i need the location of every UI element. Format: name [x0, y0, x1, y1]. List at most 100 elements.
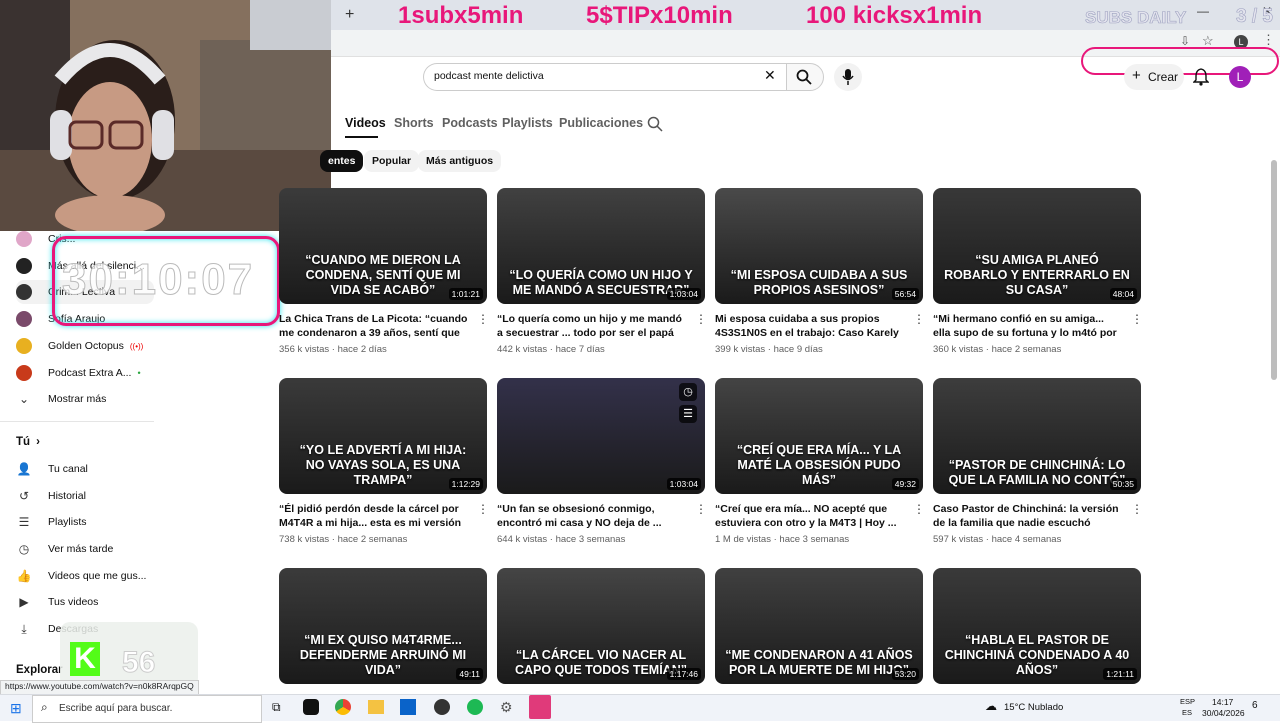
video-thumbnail[interactable]: “LO QUERÍA COMO UN HIJO Y ME MANDÓ A SEC…: [497, 188, 705, 304]
tab-videos[interactable]: Videos: [345, 116, 386, 130]
weather-cloud-icon: ☁: [985, 699, 997, 713]
sidebar-you-header[interactable]: Tú ›: [16, 436, 40, 448]
tab-shorts[interactable]: Shorts: [394, 116, 434, 130]
video-title[interactable]: “Él pidió perdón desde la cárcel por M4T…: [279, 502, 469, 530]
file-explorer-icon[interactable]: [368, 700, 384, 714]
video-menu-icon[interactable]: ⋮: [913, 312, 925, 326]
playlist-icon: ☰: [18, 515, 30, 529]
sidebar-subscription-5[interactable]: Golden Octopus ((•)): [16, 334, 156, 358]
video-thumbnail[interactable]: “PASTOR DE CHINCHINÁ: LO QUE LA FAMILIA …: [933, 378, 1141, 494]
video-thumbnail[interactable]: “LA CÁRCEL VIO NACER AL CAPO QUE TODOS T…: [497, 568, 705, 684]
new-content-dot-icon: •: [137, 368, 141, 378]
video-thumbnail[interactable]: “MI EX QUISO M4T4RME... DEFENDERME ARRUI…: [279, 568, 487, 684]
video-thumbnail[interactable]: 1:03:04: [497, 378, 705, 494]
install-app-icon[interactable]: ⇩: [1180, 34, 1190, 48]
voice-search-button[interactable]: [834, 63, 862, 91]
sidebar-item-label: Mostrar más: [48, 393, 107, 405]
obs-app-icon[interactable]: [434, 699, 450, 715]
minimize-icon[interactable]: —: [1197, 4, 1209, 18]
clock-icon: ◷: [18, 542, 30, 556]
sidebar-item-playlists[interactable]: ☰ Playlists: [16, 510, 156, 534]
video-thumbnail[interactable]: “CUANDO ME DIERON LA CONDENA, SENTÍ QUE …: [279, 188, 487, 304]
watch-later-icon[interactable]: ◷: [679, 383, 697, 401]
chip-mas-antiguos[interactable]: Más antiguos: [418, 150, 502, 172]
settings-gear-icon[interactable]: ⚙: [500, 699, 513, 716]
new-tab-plus-icon[interactable]: +: [345, 6, 354, 24]
video-menu-icon[interactable]: ⋮: [695, 502, 707, 516]
search-button[interactable]: [786, 63, 824, 91]
sidebar-item-label: Golden Octopus: [48, 340, 124, 352]
notification-count[interactable]: 6: [1252, 700, 1258, 711]
you-header-label: Tú: [16, 436, 31, 448]
tiktok-live-app-icon[interactable]: [529, 695, 551, 719]
video-duration: 1:01:21: [448, 288, 483, 300]
video-title[interactable]: “Creí que era mía... NO acepté que estuv…: [715, 502, 905, 530]
sidebar-item-label: Playlists: [48, 516, 87, 528]
chip-popular[interactable]: Popular: [364, 150, 420, 172]
video-menu-icon[interactable]: ⋮: [1131, 502, 1143, 516]
search-value: podcast mente delictiva: [434, 70, 544, 82]
tab-podcasts[interactable]: Podcasts: [442, 116, 498, 130]
taskbar-search-box[interactable]: ⌕ Escribe aquí para buscar.: [32, 695, 262, 723]
video-menu-icon[interactable]: ⋮: [477, 312, 489, 326]
add-to-queue-icon[interactable]: ☰: [679, 405, 697, 423]
video-metadata: 360 k vistas · hace 2 semanas: [933, 344, 1062, 355]
create-button[interactable]: + Crear: [1124, 64, 1184, 90]
page-scrollbar[interactable]: [1271, 160, 1277, 380]
store-app-icon[interactable]: [400, 699, 416, 715]
stream-timer: 30:10:07: [61, 255, 255, 305]
video-metadata: 399 k vistas · hace 9 días: [715, 344, 823, 355]
plus-icon: +: [1132, 67, 1141, 84]
video-title[interactable]: “Mi hermano confió en su amiga... ella s…: [933, 312, 1123, 340]
video-thumbnail[interactable]: “SU AMIGA PLANEÓ ROBARLO Y ENTERRARLO EN…: [933, 188, 1141, 304]
tab-playlists[interactable]: Playlists: [502, 116, 553, 130]
video-menu-icon[interactable]: ⋮: [477, 502, 489, 516]
sidebar-subscription-6[interactable]: Podcast Extra A... •: [16, 361, 156, 385]
channel-avatar-icon: [16, 338, 32, 354]
weather-text[interactable]: 15°C Nublado: [1004, 702, 1063, 713]
video-title[interactable]: Caso Pastor de Chinchiná: la versión de …: [933, 502, 1123, 530]
video-title[interactable]: Mi esposa cuidaba a sus propios 4S3S1N0S…: [715, 312, 905, 340]
video-thumbnail[interactable]: “HABLA EL PASTOR DE CHINCHINÁ CONDENADO …: [933, 568, 1141, 684]
video-title[interactable]: La Chica Trans de La Picota: “cuando me …: [279, 312, 469, 340]
chip-recientes[interactable]: entes: [320, 150, 364, 172]
subs-daily-badge: SUBS DAILY: [1085, 8, 1187, 28]
channel-avatar-icon: [16, 311, 32, 327]
channel-search-icon[interactable]: [647, 116, 663, 132]
video-menu-icon[interactable]: ⋮: [913, 502, 925, 516]
task-view-icon[interactable]: ⧉: [272, 700, 281, 715]
language-indicator[interactable]: ESP: [1180, 697, 1195, 706]
video-thumbnail[interactable]: “YO LE ADVERTÍ A MI HIJA: NO VAYAS SOLA,…: [279, 378, 487, 494]
tab-publicaciones[interactable]: Publicaciones: [559, 116, 643, 130]
video-thumbnail[interactable]: “CREÍ QUE ERA MÍA... Y LA MATÉ LA OBSESI…: [715, 378, 923, 494]
account-avatar[interactable]: L: [1229, 66, 1251, 88]
spotify-app-icon[interactable]: [467, 699, 483, 715]
sidebar-item-liked[interactable]: 👍 Videos que me gus...: [16, 564, 156, 588]
clear-search-icon[interactable]: ✕: [764, 67, 776, 84]
search-icon: [796, 69, 812, 85]
sidebar-item-tus-videos[interactable]: ▶ Tus videos: [16, 590, 156, 614]
windows-start-icon[interactable]: ⊞: [10, 700, 22, 717]
video-menu-icon[interactable]: ⋮: [1131, 312, 1143, 326]
channel-avatar-icon: [16, 365, 32, 381]
sidebar-item-historial[interactable]: ↺ Historial: [16, 484, 156, 508]
video-title[interactable]: “Lo quería como un hijo y me mandó a sec…: [497, 312, 687, 340]
sidebar-item-label: Podcast Extra A...: [48, 367, 132, 379]
video-thumbnail[interactable]: “MI ESPOSA CUIDABA A SUS PROPIOS ASESINO…: [715, 188, 923, 304]
overlay-promo-subs: 1subx5min: [398, 2, 524, 29]
kick-logo-icon: K: [70, 642, 100, 676]
sidebar-show-more[interactable]: ⌄ Mostrar más: [16, 387, 156, 411]
clock-time[interactable]: 14:17: [1212, 697, 1233, 707]
kick-count: 56: [121, 646, 156, 680]
video-thumbnail[interactable]: “ME CONDENARON A 41 AÑOS POR LA MUERTE D…: [715, 568, 923, 684]
notifications-bell-icon[interactable]: [1193, 68, 1209, 86]
tiktok-app-icon[interactable]: [303, 699, 319, 715]
browser-menu-icon[interactable]: ⋮: [1262, 32, 1275, 48]
sidebar-item-tu-canal[interactable]: 👤 Tu canal: [16, 457, 156, 481]
sidebar-item-ver-mas-tarde[interactable]: ◷ Ver más tarde: [16, 537, 156, 561]
video-duration: 1:21:11: [1103, 668, 1137, 680]
search-input[interactable]: podcast mente delictiva ✕: [423, 63, 788, 91]
video-menu-icon[interactable]: ⋮: [695, 312, 707, 326]
chrome-app-icon[interactable]: [335, 699, 351, 715]
video-title[interactable]: “Un fan se obsesionó conmigo, encontró m…: [497, 502, 687, 530]
